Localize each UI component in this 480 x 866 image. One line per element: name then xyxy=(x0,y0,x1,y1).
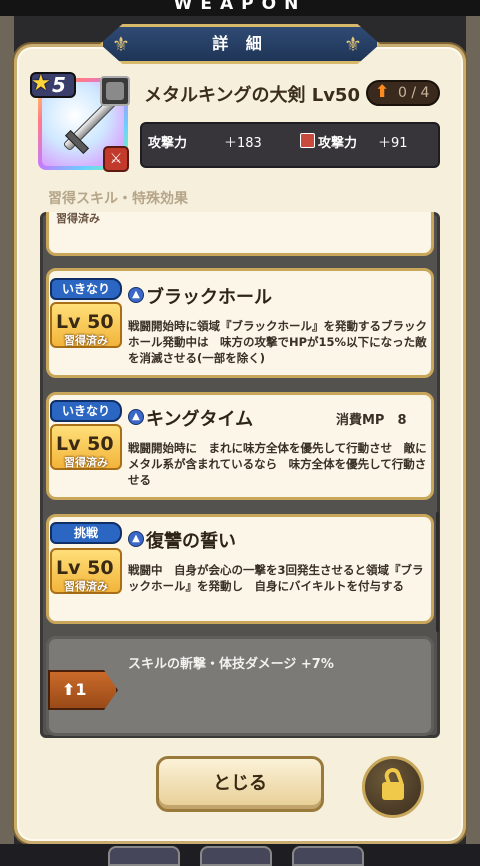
skill-description: 戦闘開始時に まれに味方全体を優先して行動させ 敵にメタル系が含まれているなら … xyxy=(128,441,427,487)
close-button[interactable]: とじる xyxy=(156,756,324,812)
header-title: 詳 細 xyxy=(212,34,268,53)
skill-orb-icon: ▲ xyxy=(128,409,144,425)
alchemy-stat-icon xyxy=(300,133,315,148)
upgrade-count: 0 / 4 xyxy=(398,85,430,101)
stat-label-attack-bonus: 攻撃力 xyxy=(318,136,358,151)
background-left xyxy=(0,16,14,866)
skill-level: Lv 50 xyxy=(56,311,114,333)
skill-trigger-badge: 挑戦 xyxy=(50,522,122,544)
top-strip: WEAPON xyxy=(0,0,480,16)
skill-name: ブラックホール xyxy=(146,287,272,308)
emblem-inner xyxy=(106,82,124,100)
learned-label: 習得済み xyxy=(64,334,108,347)
weapon-name: メタルキングの大剣 Lv50 xyxy=(144,85,360,106)
stat-label-attack: 攻撃力 xyxy=(148,136,188,151)
skill-description: 戦闘開始時に領域『ブラックホール』を発動するブラックホール発動中は 味方の攻撃で… xyxy=(128,319,427,365)
bottom-nav-item[interactable] xyxy=(292,846,364,866)
skill-trigger-badge: いきなり xyxy=(50,400,122,422)
skill-level: Lv 50 xyxy=(56,433,114,455)
fleur-left-icon: ⚜ xyxy=(112,32,130,56)
partial-learned-label: 習得済み xyxy=(56,212,100,224)
section-label: 習得スキル・特殊効果 xyxy=(48,191,188,207)
skill-level: Lv 50 xyxy=(56,557,114,579)
rarity-number: 5 xyxy=(52,73,66,97)
learned-label: 習得済み xyxy=(64,580,108,593)
fleur-right-icon: ⚜ xyxy=(344,32,362,56)
bottom-nav-item[interactable] xyxy=(108,846,180,866)
stat-value-attack-bonus: ＋91 xyxy=(378,136,408,151)
skill-orb-icon: ▲ xyxy=(128,531,144,547)
skill-mp-cost: 消費MP 8 xyxy=(336,413,407,428)
bonus-level: ⬆1 xyxy=(62,680,87,699)
screen-title: WEAPON xyxy=(173,0,307,14)
skill-name: 復讐の誓い xyxy=(146,531,236,552)
learned-label: 習得済み xyxy=(64,456,108,469)
scrollbar[interactable] xyxy=(436,512,439,632)
bonus-effect-text: スキルの斬撃・体技ダメージ +7% xyxy=(128,657,334,672)
star-icon: ★ xyxy=(31,71,51,96)
skill-orb-icon: ▲ xyxy=(128,287,144,303)
background-right xyxy=(466,16,480,866)
stat-value-attack: ＋183 xyxy=(224,136,262,151)
skill-description: 戦闘中 自身が会心の一撃を3回発生させると領域『ブラックホール』を発動し 自身に… xyxy=(128,563,424,593)
bottom-nav-item[interactable] xyxy=(200,846,272,866)
weapon-type-icon: ⚔ xyxy=(103,146,129,172)
bonus-level-number: 1 xyxy=(75,680,87,699)
skill-trigger-badge: いきなり xyxy=(50,278,122,300)
skill-name: キングタイム xyxy=(146,409,254,430)
unlock-icon-body xyxy=(382,782,404,800)
upgrade-arrow-icon: ⬆ xyxy=(375,82,390,102)
